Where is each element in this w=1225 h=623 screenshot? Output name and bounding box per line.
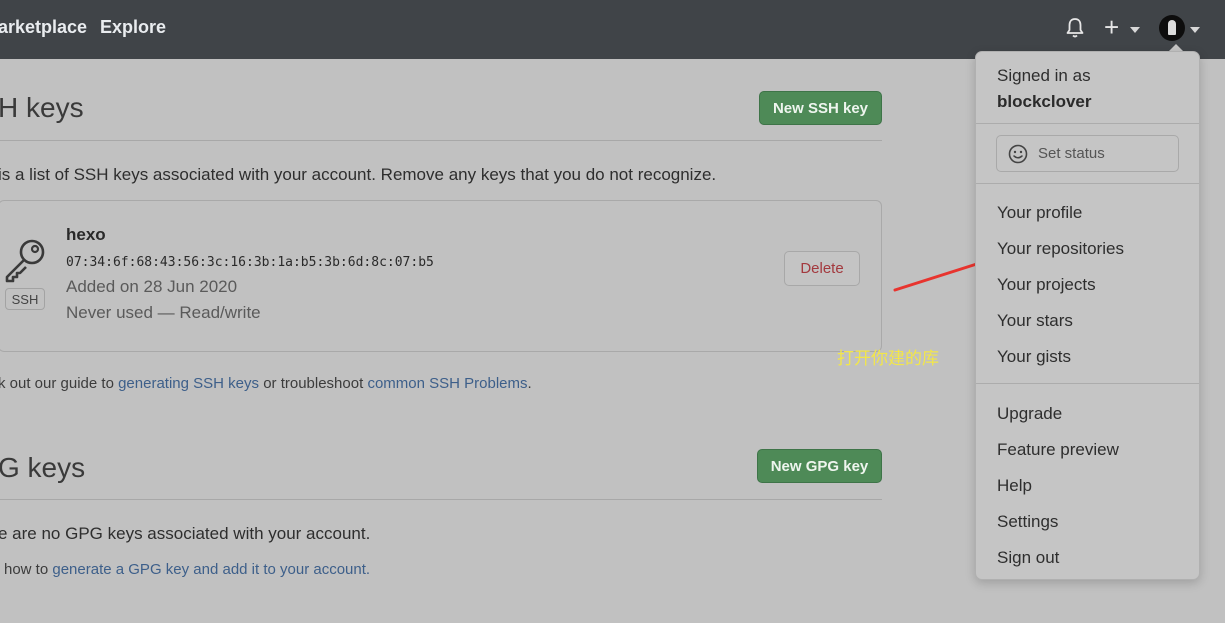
menu-item-your-stars[interactable]: Your stars [997,311,1073,331]
guide-middle: or troubleshoot [263,375,364,392]
menu-item-your-projects[interactable]: Your projects [997,275,1096,295]
delete-key-button[interactable]: Delete [784,251,860,286]
new-gpg-key-button[interactable]: New GPG key [757,449,882,483]
menu-item-help[interactable]: Help [997,476,1032,496]
menu-item-settings[interactable]: Settings [997,512,1058,532]
menu-item-your-gists[interactable]: Your gists [997,347,1071,367]
menu-item-your-repositories[interactable]: Your repositories [997,239,1124,259]
gpg-learn-text: how to generate a GPG key and add it to … [4,561,370,578]
divider [976,123,1199,124]
smiley-icon [1008,144,1028,164]
menu-item-your-profile[interactable]: Your profile [997,203,1082,223]
set-status-label: Set status [1038,145,1105,162]
divider [0,140,882,141]
guide-suffix: . [527,375,532,392]
chevron-down-icon[interactable] [1130,27,1140,33]
plus-icon[interactable]: + [1104,12,1119,42]
username: blockclover [997,92,1092,111]
set-status-button[interactable]: Set status [996,135,1179,172]
common-ssh-problems-link[interactable]: common SSH Problems [367,375,527,392]
new-ssh-key-button[interactable]: New SSH key [759,91,882,125]
ssh-guide-text: k out our guide to generating SSH keys o… [0,375,532,392]
divider [976,183,1199,184]
key-fingerprint: 07:34:6f:68:43:56:3c:16:3b:1a:b5:3b:6d:8… [66,255,434,270]
user-dropdown-menu: Signed in as blockclover Set status Your… [975,51,1200,580]
ssh-keys-heading: H keys [0,92,84,123]
menu-item-feature-preview[interactable]: Feature preview [997,440,1119,460]
menu-item-sign-out[interactable]: Sign out [997,548,1059,568]
signed-in-label: Signed in as [997,66,1091,85]
menu-item-upgrade[interactable]: Upgrade [997,404,1062,424]
ssh-key-item [0,200,882,352]
ssh-badge: SSH [5,288,45,310]
gpg-keys-heading: G keys [0,452,86,483]
gpg-empty-text: e are no GPG keys associated with your a… [0,524,371,543]
generate-gpg-key-link[interactable]: generate a GPG key and add it to your ac… [52,561,370,578]
key-title: hexo [66,225,106,244]
avatar[interactable] [1159,15,1185,41]
nav-explore-link[interactable]: Explore [100,17,166,38]
key-added-date: Added on 28 Jun 2020 [66,277,238,296]
nav-marketplace-link[interactable]: arketplace [0,17,87,38]
annotation-text: 打开你建的库 [837,349,939,369]
guide-prefix: k out our guide to [0,375,114,392]
chevron-down-icon[interactable] [1190,27,1200,33]
divider [976,383,1199,384]
divider [0,499,882,500]
bell-icon[interactable] [1063,16,1087,40]
ssh-description: is a list of SSH keys associated with yo… [0,165,717,184]
key-icon [5,239,45,283]
generating-ssh-keys-link[interactable]: generating SSH keys [118,375,259,392]
learn-prefix: how to [4,561,49,578]
key-usage: Never used — Read/write [66,303,261,322]
